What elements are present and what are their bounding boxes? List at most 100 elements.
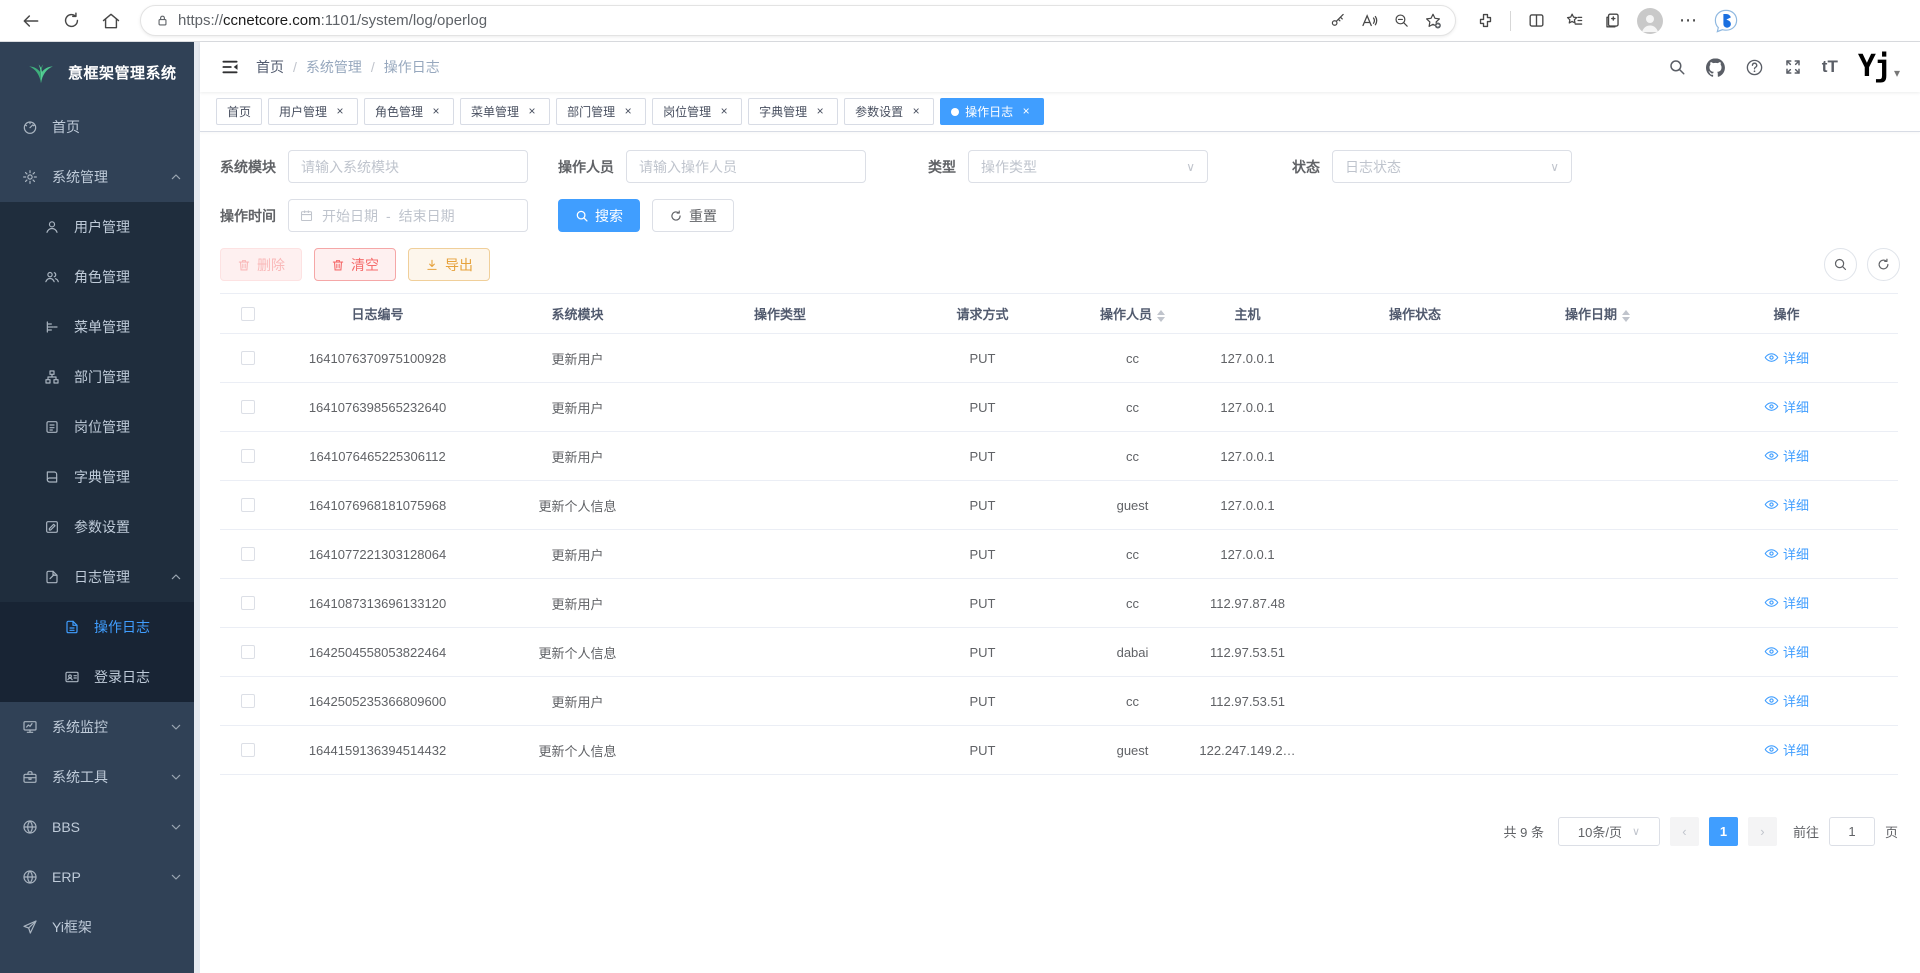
sidebar-item-users[interactable]: 角色管理 xyxy=(0,252,200,302)
font-size-icon[interactable]: tT xyxy=(1822,57,1838,77)
row-checkbox[interactable] xyxy=(241,498,255,512)
fullscreen-icon[interactable] xyxy=(1784,58,1802,76)
sidebar-item-doc[interactable]: 操作日志 xyxy=(0,602,200,652)
browser-home-button[interactable] xyxy=(94,4,128,38)
goto-page-input[interactable] xyxy=(1829,817,1875,846)
page-size-select[interactable]: 10条/页 ∨ xyxy=(1558,817,1660,846)
header-search-icon[interactable] xyxy=(1668,58,1686,76)
close-icon[interactable]: × xyxy=(813,105,827,119)
sidebar-item-idcard[interactable]: 登录日志 xyxy=(0,652,200,702)
sidebar-item-user[interactable]: 用户管理 xyxy=(0,202,200,252)
sidebar-item-post[interactable]: 岗位管理 xyxy=(0,402,200,452)
row-checkbox[interactable] xyxy=(241,351,255,365)
close-icon[interactable]: × xyxy=(621,105,635,119)
tag-tab[interactable]: 部门管理× xyxy=(556,98,646,125)
detail-link[interactable]: 详细 xyxy=(1764,446,1809,465)
detail-link[interactable]: 详细 xyxy=(1764,495,1809,514)
detail-link[interactable]: 详细 xyxy=(1764,348,1809,367)
close-icon[interactable]: × xyxy=(429,105,443,119)
export-button[interactable]: 导出 xyxy=(408,248,490,281)
sidebar-item-menu[interactable]: 菜单管理 xyxy=(0,302,200,352)
split-screen-icon[interactable] xyxy=(1519,4,1553,38)
detail-link[interactable]: 详细 xyxy=(1764,740,1809,759)
sidebar-item-globe[interactable]: BBS xyxy=(0,802,200,852)
type-select[interactable]: 操作类型 ∨ xyxy=(968,150,1208,183)
github-icon[interactable] xyxy=(1706,58,1725,77)
row-checkbox[interactable] xyxy=(241,645,255,659)
search-button[interactable]: 搜索 xyxy=(558,199,640,232)
favorites-bar-icon[interactable] xyxy=(1557,4,1591,38)
row-checkbox[interactable] xyxy=(241,400,255,414)
url-text[interactable]: https://ccnetcore.com:1101/system/log/op… xyxy=(178,12,1315,29)
sidebar-item-globe[interactable]: ERP xyxy=(0,852,200,902)
close-icon[interactable]: × xyxy=(717,105,731,119)
bing-copilot-icon[interactable] xyxy=(1709,4,1743,38)
tag-tab[interactable]: 操作日志× xyxy=(940,98,1044,125)
tag-tab[interactable]: 字典管理× xyxy=(748,98,838,125)
address-bar[interactable]: https://ccnetcore.com:1101/system/log/op… xyxy=(140,5,1456,36)
toggle-search-button[interactable] xyxy=(1824,248,1857,281)
row-checkbox[interactable] xyxy=(241,596,255,610)
sidebar-item-dept[interactable]: 部门管理 xyxy=(0,352,200,402)
operator-input[interactable] xyxy=(626,150,866,183)
detail-link[interactable]: 详细 xyxy=(1764,691,1809,710)
zoom-out-icon[interactable] xyxy=(1387,7,1415,35)
sort-carets-icon[interactable] xyxy=(1622,310,1630,322)
password-key-icon[interactable] xyxy=(1323,7,1351,35)
tag-tab[interactable]: 角色管理× xyxy=(364,98,454,125)
column-header[interactable]: 操作日期 xyxy=(1520,294,1675,334)
refresh-table-button[interactable] xyxy=(1867,248,1900,281)
detail-link[interactable]: 详细 xyxy=(1764,642,1809,661)
extensions-icon[interactable] xyxy=(1468,4,1502,38)
prev-page-button[interactable]: ‹ xyxy=(1670,817,1699,846)
date-range-picker[interactable]: 开始日期 - 结束日期 xyxy=(288,199,528,232)
status-select[interactable]: 日志状态 ∨ xyxy=(1332,150,1572,183)
sort-carets-icon[interactable] xyxy=(1157,310,1165,322)
current-page-button[interactable]: 1 xyxy=(1709,817,1738,846)
reset-button[interactable]: 重置 xyxy=(652,199,734,232)
module-input[interactable] xyxy=(288,150,528,183)
sidebar-item-dict[interactable]: 字典管理 xyxy=(0,452,200,502)
favorite-star-icon[interactable] xyxy=(1419,7,1447,35)
browser-refresh-button[interactable] xyxy=(54,4,88,38)
browser-more-menu[interactable]: ⋯ xyxy=(1671,4,1705,38)
sidebar-item-dashboard[interactable]: 首页 xyxy=(0,102,200,152)
tag-tab[interactable]: 菜单管理× xyxy=(460,98,550,125)
sidebar-item-monitor[interactable]: 系统监控 xyxy=(0,702,200,752)
close-icon[interactable]: × xyxy=(909,105,923,119)
select-all-checkbox[interactable] xyxy=(241,307,255,321)
sidebar-toggle-button[interactable] xyxy=(220,57,240,77)
row-checkbox[interactable] xyxy=(241,449,255,463)
browser-back-button[interactable] xyxy=(14,4,48,38)
read-aloud-icon[interactable] xyxy=(1355,7,1383,35)
delete-button[interactable]: 删除 xyxy=(220,248,302,281)
sidebar-item-param[interactable]: 参数设置 xyxy=(0,502,200,552)
sidebar-item-plane[interactable]: Yi框架 xyxy=(0,902,200,952)
sidebar-item-tool[interactable]: 系统工具 xyxy=(0,752,200,802)
row-checkbox[interactable] xyxy=(241,547,255,561)
row-checkbox[interactable] xyxy=(241,743,255,757)
collections-icon[interactable] xyxy=(1595,4,1629,38)
detail-link[interactable]: 详细 xyxy=(1764,397,1809,416)
tag-tab[interactable]: 首页 xyxy=(216,98,262,125)
close-icon[interactable]: × xyxy=(333,105,347,119)
help-icon[interactable] xyxy=(1745,58,1764,77)
sidebar-item-gear[interactable]: 系统管理 xyxy=(0,152,200,202)
next-page-button[interactable]: › xyxy=(1748,817,1777,846)
sidebar-scrollbar[interactable] xyxy=(194,42,200,973)
tag-tab[interactable]: 参数设置× xyxy=(844,98,934,125)
close-icon[interactable]: × xyxy=(1019,105,1033,119)
browser-profile-avatar[interactable] xyxy=(1633,4,1667,38)
app-logo[interactable]: 意框架管理系统 xyxy=(0,42,200,102)
sidebar-item-log[interactable]: 日志管理 xyxy=(0,552,200,602)
detail-link[interactable]: 详细 xyxy=(1764,593,1809,612)
close-icon[interactable]: × xyxy=(525,105,539,119)
tag-tab[interactable]: 用户管理× xyxy=(268,98,358,125)
breadcrumb-item[interactable]: 首页 xyxy=(256,57,284,77)
tag-tab[interactable]: 岗位管理× xyxy=(652,98,742,125)
clear-button[interactable]: 清空 xyxy=(314,248,396,281)
user-menu[interactable]: Yj ▾ xyxy=(1858,52,1900,82)
detail-link[interactable]: 详细 xyxy=(1764,544,1809,563)
column-header[interactable]: 操作人员 xyxy=(1080,294,1185,334)
row-checkbox[interactable] xyxy=(241,694,255,708)
